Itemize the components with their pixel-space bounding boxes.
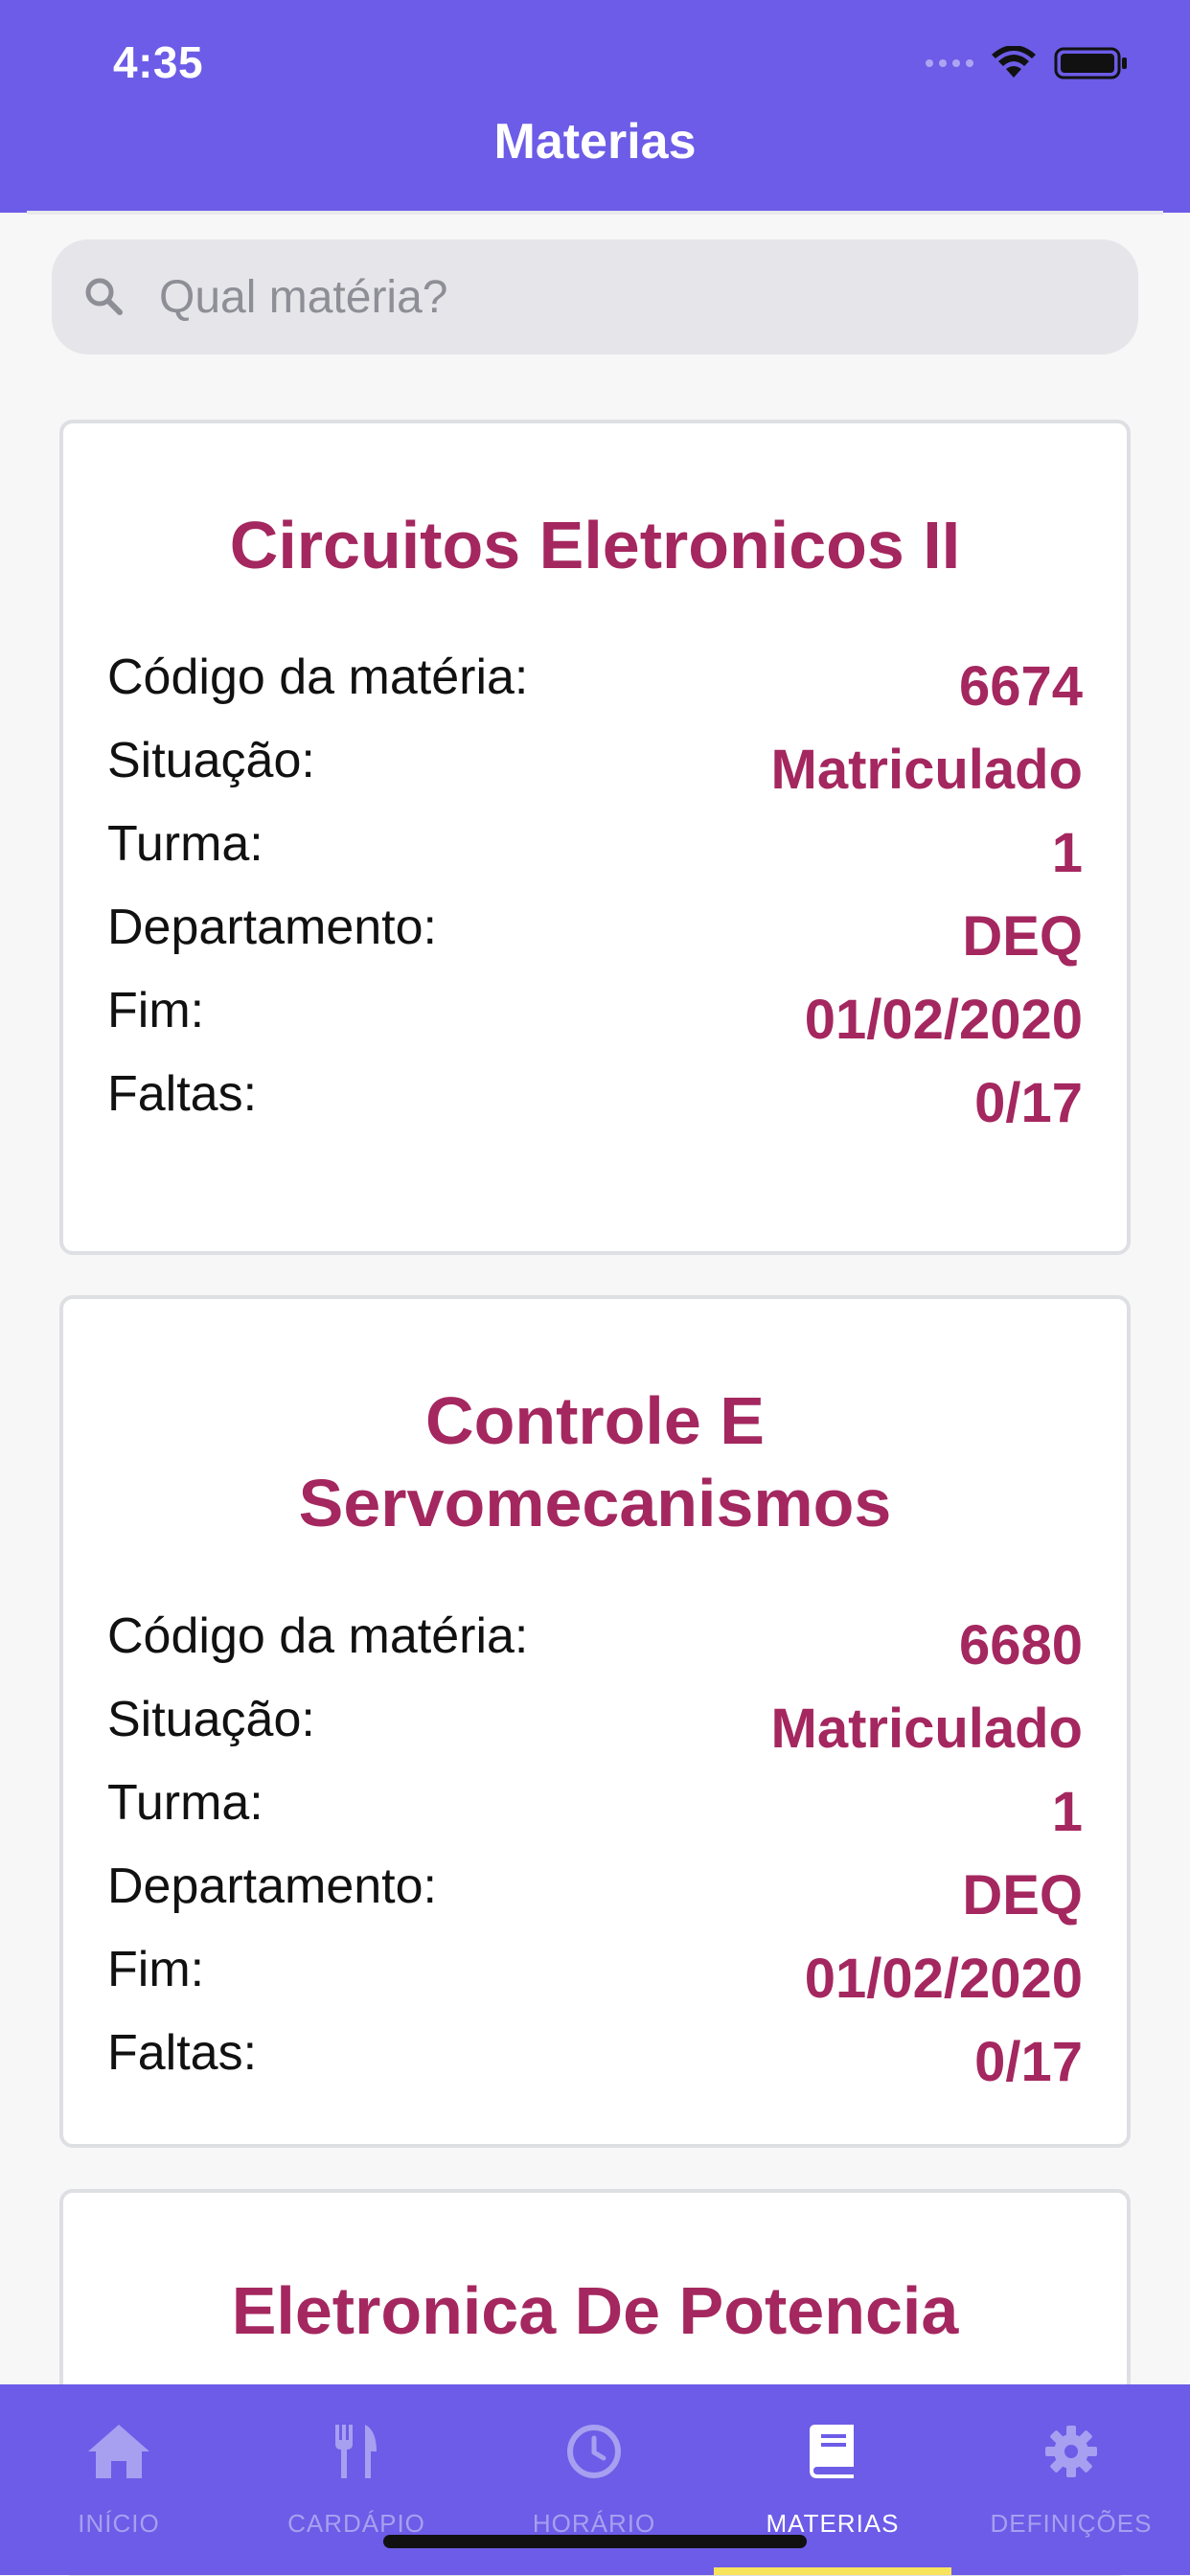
active-tab-indicator (714, 2567, 951, 2575)
tab-label: DEFINIÇÕES (990, 2509, 1153, 2538)
course-status-value: Matriculado (770, 739, 1084, 801)
wifi-icon (992, 46, 1036, 78)
course-class-value: 1 (1051, 1781, 1083, 1843)
course-card[interactable]: Circuitos Eletronicos II Código da matér… (59, 420, 1131, 1255)
clock-icon (567, 2425, 621, 2478)
battery-icon (1054, 47, 1127, 80)
course-code-label: Código da matéria: (107, 1608, 529, 1664)
course-class-row: Turma: 1 (63, 806, 1127, 889)
status-icons (926, 42, 1129, 84)
tab-label: INÍCIO (78, 2509, 160, 2538)
course-status-label: Situação: (107, 733, 315, 788)
course-absences-row: Faltas: 0/17 (63, 2015, 1127, 2098)
course-class-label: Turma: (107, 816, 263, 872)
course-department-row: Departamento: DEQ (63, 889, 1127, 972)
course-class-value: 1 (1051, 822, 1083, 884)
course-absences-value: 0/17 (974, 2031, 1083, 2093)
home-icon (88, 2425, 149, 2478)
course-code-value: 6680 (958, 1614, 1083, 1676)
status-time: 4:35 (113, 37, 204, 87)
course-class-label: Turma: (107, 1775, 263, 1831)
course-absences-row: Faltas: 0/17 (63, 1056, 1127, 1139)
course-title: Controle E Servomecanismos (298, 1383, 892, 1540)
signal-icon (926, 59, 973, 67)
book-icon (810, 2425, 854, 2478)
course-end-label: Fim: (107, 1942, 205, 1997)
course-code-label: Código da matéria: (107, 650, 529, 705)
status-bar: 4:35 (0, 0, 1190, 115)
header-divider (27, 211, 1163, 215)
course-department-row: Departamento: DEQ (63, 1848, 1127, 1931)
tab-definicoes[interactable]: DEFINIÇÕES (952, 2384, 1190, 2575)
course-title: Eletronica De Potencia (231, 2273, 959, 2348)
tab-inicio[interactable]: INÍCIO (0, 2384, 238, 2575)
course-absences-value: 0/17 (974, 1072, 1083, 1134)
course-status-row: Situação: Matriculado (63, 1681, 1127, 1765)
course-end-row: Fim: 01/02/2020 (63, 1931, 1127, 2015)
course-title: Circuitos Eletronicos II (229, 508, 961, 582)
page-title: Materias (493, 114, 697, 170)
app-header: 4:35 Materias (0, 0, 1190, 213)
course-status-row: Situação: Matriculado (63, 722, 1127, 806)
search-bar[interactable] (52, 239, 1138, 354)
course-department-label: Departamento: (107, 900, 437, 955)
course-end-label: Fim: (107, 983, 205, 1038)
course-department-value: DEQ (962, 905, 1083, 968)
course-end-value: 01/02/2020 (804, 989, 1083, 1051)
course-status-value: Matriculado (770, 1698, 1084, 1760)
utensils-icon (335, 2425, 377, 2478)
course-class-row: Turma: 1 (63, 1765, 1127, 1848)
course-department-label: Departamento: (107, 1858, 437, 1914)
course-end-value: 01/02/2020 (804, 1948, 1083, 2010)
course-code-row: Código da matéria: 6680 (63, 1598, 1127, 1681)
home-indicator[interactable] (383, 2535, 807, 2548)
search-icon (85, 278, 123, 315)
course-department-value: DEQ (962, 1864, 1083, 1926)
course-absences-label: Faltas: (107, 2025, 258, 2081)
course-status-label: Situação: (107, 1692, 315, 1747)
course-code-row: Código da matéria: 6674 (63, 639, 1127, 722)
course-code-value: 6674 (958, 655, 1083, 718)
course-card[interactable]: Controle E Servomecanismos Código da mat… (59, 1295, 1131, 2148)
gear-icon (1045, 2426, 1097, 2477)
course-absences-label: Faltas: (107, 1066, 258, 1122)
search-input[interactable] (157, 269, 1023, 325)
course-end-row: Fim: 01/02/2020 (63, 972, 1127, 1056)
